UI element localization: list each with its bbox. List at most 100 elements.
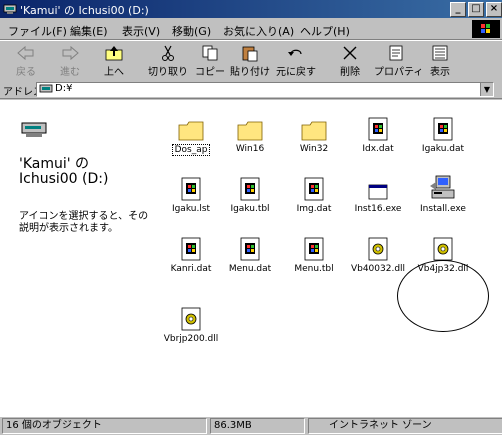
undo-label: 元に戻す	[276, 67, 316, 78]
address-dropdown-button[interactable]: ▼	[480, 83, 493, 96]
address-value: D:¥	[55, 83, 73, 94]
maximize-button[interactable]: □	[468, 2, 484, 17]
undo-button[interactable]: 元に戻す	[274, 43, 318, 79]
file-name: Igaku.tbl	[230, 204, 270, 214]
paste-icon	[242, 46, 258, 62]
file-item[interactable]: Igaku.dat	[412, 110, 474, 154]
file-name: Dos_ap	[171, 144, 211, 156]
forward-arrow-icon	[62, 45, 79, 61]
info-pane: 'Kamui' の Ichusi00 (D:) アイコンを選択すると、その説明が…	[0, 100, 155, 416]
status-count: 16 個のオブジェクト	[2, 418, 207, 434]
file-item[interactable]: Igaku.tbl	[219, 170, 281, 214]
dat-icon	[412, 110, 474, 142]
folder-item[interactable]: Dos_ap	[160, 110, 222, 156]
copy-icon	[202, 45, 218, 61]
forward-label: 進む	[60, 67, 80, 78]
folder-icon	[283, 110, 345, 142]
back-button[interactable]: 戻る	[4, 43, 48, 79]
cut-button[interactable]: 切り取り	[146, 43, 190, 79]
dll-icon	[160, 300, 222, 332]
menu-go[interactable]: 移動(G)	[172, 23, 211, 39]
file-item[interactable]: Idx.dat	[347, 110, 409, 154]
file-item[interactable]: Img.dat	[283, 170, 345, 214]
drive-icon	[3, 4, 17, 14]
properties-label: プロパティ	[374, 67, 424, 78]
dat-icon	[283, 170, 345, 202]
content-area: 'Kamui' の Ichusi00 (D:) アイコンを選択すると、その説明が…	[0, 100, 502, 416]
file-item[interactable]: Vb40032.dll	[347, 230, 409, 274]
file-name: Install.exe	[420, 204, 466, 214]
menu-file[interactable]: ファイル(F)	[8, 23, 67, 39]
view-label: 表示	[430, 67, 450, 78]
view-icon	[432, 45, 448, 61]
menu-view[interactable]: 表示(V)	[122, 23, 160, 39]
toolbar: 戻る 進む 上へ 切り取り コピー 貼り付け 元に戻す 削除 プロパティ 表示	[0, 40, 502, 82]
menu-bar: ファイル(F) 編集(E) 表示(V) 移動(G) お気に入り(A) ヘルプ(H…	[0, 19, 502, 40]
dll-icon	[412, 230, 474, 262]
volume-name-line2: Ichusi00 (D:)	[19, 171, 109, 187]
delete-button[interactable]: 削除	[328, 43, 372, 79]
folder-icon	[160, 110, 222, 142]
window-icon	[347, 170, 409, 202]
drive-large-icon	[21, 122, 47, 137]
forward-button[interactable]: 進む	[48, 43, 92, 79]
menu-help[interactable]: ヘルプ(H)	[300, 23, 350, 39]
dll-icon	[347, 230, 409, 262]
volume-name-line1: 'Kamui' の	[19, 156, 90, 172]
zone-label: イントラネット ゾーン	[329, 420, 432, 431]
dat-icon	[160, 230, 222, 262]
properties-button[interactable]: プロパティ	[374, 43, 424, 79]
folder-icon	[219, 110, 281, 142]
file-name: Win32	[299, 144, 329, 154]
delete-x-icon	[343, 46, 357, 60]
annotation-circle	[397, 260, 489, 332]
file-name: Igaku.lst	[171, 204, 211, 214]
view-button[interactable]: 表示	[418, 43, 462, 79]
file-name: Img.dat	[296, 204, 332, 214]
file-item[interactable]: Kanri.dat	[160, 230, 222, 274]
address-bar: アドレス D:¥ ▼	[0, 81, 502, 99]
file-item[interactable]: Vbrjp200.dll	[160, 300, 222, 344]
file-item[interactable]: Menu.dat	[219, 230, 281, 274]
copy-button[interactable]: コピー	[188, 43, 232, 79]
dat-icon	[283, 230, 345, 262]
up-button[interactable]: 上へ	[92, 43, 136, 79]
status-zone: イントラネット ゾーン	[308, 418, 502, 434]
file-name: Menu.dat	[228, 264, 272, 274]
info-text: アイコンを選択すると、その説明が表示されます。	[19, 211, 149, 234]
menu-favorites[interactable]: お気に入り(A)	[223, 23, 294, 39]
file-name: Menu.tbl	[294, 264, 334, 274]
address-field[interactable]: D:¥ ▼	[36, 82, 494, 97]
dat-icon	[219, 170, 281, 202]
file-name: Idx.dat	[362, 144, 394, 154]
windows-logo-icon	[472, 20, 500, 38]
file-name: Kanri.dat	[170, 264, 212, 274]
title-bar[interactable]: 'Kamui' の Ichusi00 (D:) _ □ ×	[0, 0, 502, 18]
file-name: Inst16.exe	[354, 204, 402, 214]
up-label: 上へ	[104, 67, 124, 78]
folder-item[interactable]: Win16	[219, 110, 281, 154]
undo-icon	[288, 49, 302, 56]
properties-icon	[389, 45, 403, 61]
close-button[interactable]: ×	[486, 2, 502, 17]
minimize-button[interactable]: _	[450, 2, 466, 17]
status-size: 86.3MB	[210, 418, 305, 434]
back-arrow-icon	[17, 45, 34, 61]
paste-button[interactable]: 貼り付け	[228, 43, 272, 79]
file-item[interactable]: Install.exe	[412, 170, 474, 214]
menu-edit[interactable]: 編集(E)	[70, 23, 108, 39]
file-item[interactable]: Inst16.exe	[347, 170, 409, 214]
dat-icon	[160, 170, 222, 202]
dat-icon	[219, 230, 281, 262]
file-name: Vbrjp200.dll	[163, 334, 219, 344]
delete-label: 削除	[340, 67, 360, 78]
back-label: 戻る	[16, 67, 36, 78]
file-item[interactable]: Menu.tbl	[283, 230, 345, 274]
file-name: Vb40032.dll	[350, 264, 406, 274]
file-item[interactable]: Igaku.lst	[160, 170, 222, 214]
cut-label: 切り取り	[148, 67, 188, 78]
file-name: Win16	[235, 144, 265, 154]
folder-item[interactable]: Win32	[283, 110, 345, 154]
dat-icon	[347, 110, 409, 142]
window-title: 'Kamui' の Ichusi00 (D:)	[20, 4, 149, 17]
